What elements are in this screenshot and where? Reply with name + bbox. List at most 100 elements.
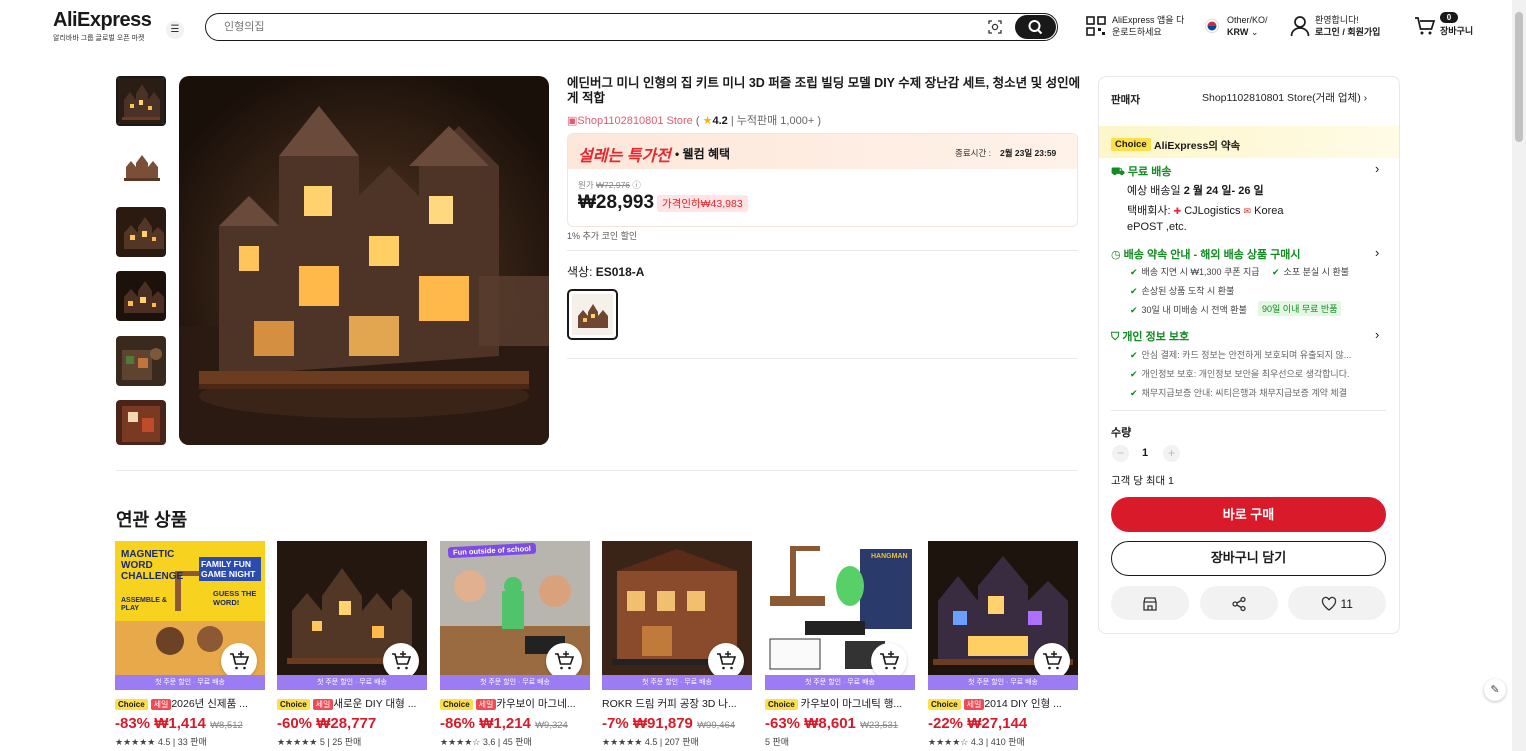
add-to-cart-icon[interactable] [221,643,257,675]
product-price: -86% ₩1,214 ₩9,324 [440,715,568,732]
heart-icon [1321,596,1337,611]
chevron-right-icon: › [1363,92,1368,104]
product-price: -22% ₩27,144 [928,715,1028,732]
scrollbar-track[interactable] [1512,0,1526,751]
free-return-badge: 90일 이내 무료 반품 [1258,301,1342,316]
share-button[interactable] [1200,586,1278,620]
product-name[interactable]: Choice 세일 카우보이 마그네... [440,697,590,711]
guarantee-item: ✔ 30일 내 미배송 시 전액 환불 [1130,305,1247,315]
user-icon[interactable] [1290,15,1310,37]
guarantee-item: ✔ 손상된 상품 도착 시 환불 [1130,286,1235,296]
image-caption: ASSEMBLE & PLAY [121,597,167,612]
logo-tagline: 알리바바 그룹 글로벌 오픈 마켓 [53,35,145,42]
cart-icon[interactable] [1414,16,1436,36]
promise-title: AliExpress의 약속 [1154,140,1241,152]
chevron-right-icon[interactable]: › [1375,161,1379,176]
product-name[interactable]: Choice 카우보이 마그네틱 행... [765,697,915,711]
product-rating: ★★★★☆ 3.6 | 45 판매 [440,737,532,747]
feedback-edit-icon[interactable]: ✎ [1484,679,1506,701]
product-card[interactable]: 첫 주문 할인 · 무료 배송 Choice 세일 새로운 DIY 대형 ... … [277,541,427,748]
product-image[interactable] [277,541,427,675]
add-to-cart-icon[interactable] [871,643,907,675]
image-search-icon[interactable] [987,19,1003,35]
divider [116,470,1078,471]
quantity-limit: 고객 당 최대 1 [1111,475,1174,487]
thumbnail-1[interactable] [116,76,166,126]
add-to-cart-icon[interactable] [708,643,744,675]
image-caption: MAGNETIC WORD CHALLENGE [121,549,184,582]
thumbnail-6[interactable] [116,400,166,445]
korea-flag-icon [1205,19,1219,33]
privacy-row[interactable]: ⛉ 개인 정보 보호 [1111,328,1189,344]
store-icon [1143,597,1157,611]
quantity-value[interactable]: 1 [1142,447,1148,459]
free-shipping-row[interactable]: ⛟ 무료 배송 [1111,163,1171,180]
search-bar [205,13,1058,41]
add-to-cart-button[interactable]: 장바구니 담기 [1111,541,1386,576]
coin-discount-note: 1% 추가 코인 할인 [567,231,638,241]
product-image[interactable]: Fun outside of school [440,541,590,675]
buy-now-button[interactable]: 바로 구매 [1111,497,1386,532]
store-button[interactable] [1111,586,1189,620]
product-name[interactable]: Choice 세일 새로운 DIY 대형 ... [277,697,427,711]
qr-code-icon[interactable] [1086,16,1106,36]
product-card[interactable]: Fun outside of school 첫 주문 할인 · 무료 배송 Ch… [440,541,590,748]
search-input[interactable] [224,18,964,36]
store-link[interactable]: Shop1102810801 Store [577,115,692,127]
wishlist-count: 11 [1340,596,1353,611]
product-price: -83% ₩1,414 ₩8,512 [115,715,243,732]
quantity-label: 수량 [1111,427,1132,439]
thumbnail-3[interactable] [116,207,166,257]
locale-selector[interactable]: Other/KO/KRW ⌄ [1227,14,1268,38]
product-card[interactable]: HANGMAN 첫 주문 할인 · 무료 배송 Choice 카우보이 마그네틱… [765,541,915,748]
color-swatch-es018a[interactable] [567,289,618,340]
cart-label[interactable]: 장바구니 [1440,25,1473,37]
product-card[interactable]: 첫 주문 할인 · 무료 배송 ROKR 드림 커피 공장 3D 나... -7… [602,541,752,748]
product-image[interactable]: HANGMAN [765,541,915,675]
store-info: ▣Shop1102810801 Store ( ★4.2 | 누적판매 1,00… [567,115,821,127]
promo-subtitle: • 웰컴 혜택 [675,147,731,161]
product-price: -63% ₩8,601 ₩23,531 [765,715,899,732]
product-rating: ★★★★★ 5 | 25 판매 [277,737,362,747]
product-name[interactable]: Choice 세일 2014 DIY 인형 ... [928,697,1078,711]
seller-link[interactable]: Shop1102810801 Store(거래 업체) › [1202,90,1367,105]
product-image[interactable] [928,541,1078,675]
rating-value: 4.2 [712,115,728,127]
divider [567,358,1078,359]
info-icon[interactable]: ⓘ [632,180,641,190]
product-image[interactable] [602,541,752,675]
chevron-right-icon[interactable]: › [1375,245,1379,260]
increase-quantity-button[interactable]: + [1163,445,1180,462]
product-card[interactable]: 첫 주문 할인 · 무료 배송 Choice 세일 2014 DIY 인형 ...… [928,541,1078,748]
promo-strip: 첫 주문 할인 · 무료 배송 [928,675,1078,690]
product-rating: ★★★★★ 4.5 | 207 판매 [602,737,699,747]
chevron-right-icon[interactable]: › [1375,327,1379,342]
delivery-guarantee-row[interactable]: ◷ 배송 약속 안내 - 해외 배송 상품 구매시 [1111,246,1301,262]
scrollbar-thumb[interactable] [1515,12,1523,142]
add-to-cart-icon[interactable] [1034,643,1070,675]
wishlist-button[interactable]: 11 [1288,586,1386,620]
promo-title: 설레는 특가전 [578,148,671,165]
product-price: -60% ₩28,777 [277,715,377,732]
promo-strip: 첫 주문 할인 · 무료 배송 [115,675,265,690]
main-product-image[interactable] [179,76,549,445]
product-name[interactable]: Choice 세일 2026년 신제품 ... [115,697,265,711]
promo-strip: 첫 주문 할인 · 무료 배송 [277,675,427,690]
star-icon: ★ [702,115,713,127]
category-menu-icon[interactable]: ☰ [166,21,184,39]
thumbnail-2[interactable] [116,141,166,191]
product-card[interactable]: MAGNETIC WORD CHALLENGE ASSEMBLE & PLAY … [115,541,265,748]
color-option-label: 색상: ES018-A [567,265,645,279]
search-button[interactable] [1015,15,1056,39]
sold-count: 누적판매 1,000+ [736,115,815,127]
aliexpress-logo[interactable]: AliExpress [53,9,152,32]
app-download-link[interactable]: AliExpress 앱을 다 운로드하세요 [1112,14,1184,38]
decrease-quantity-button[interactable]: − [1112,445,1129,462]
account-link[interactable]: 환영합니다! 로그인 / 회원가입 [1315,14,1380,38]
thumbnail-4[interactable] [116,271,166,321]
product-image[interactable]: MAGNETIC WORD CHALLENGE ASSEMBLE & PLAY … [115,541,265,675]
add-to-cart-icon[interactable] [546,643,582,675]
add-to-cart-icon[interactable] [383,643,419,675]
thumbnail-5[interactable] [116,336,166,386]
product-name[interactable]: ROKR 드림 커피 공장 3D 나... [602,697,752,711]
